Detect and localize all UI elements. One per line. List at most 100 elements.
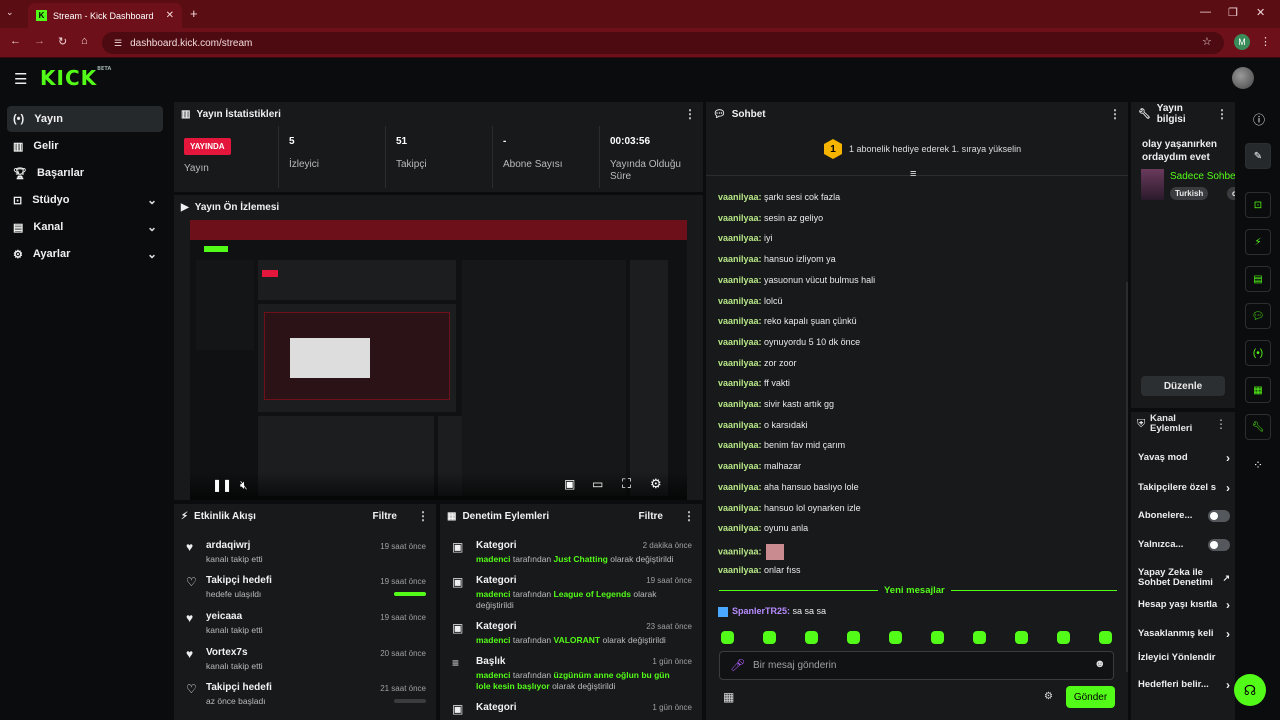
pip-icon[interactable]: ▣ bbox=[564, 477, 575, 491]
emote-icon[interactable] bbox=[805, 631, 818, 644]
chat-username[interactable]: vaanilyaa: bbox=[718, 296, 762, 306]
edit-tool-button[interactable]: ✎ bbox=[1245, 143, 1271, 169]
emote-icon[interactable] bbox=[889, 631, 902, 644]
browser-menu-icon[interactable]: ⋮ bbox=[1260, 35, 1271, 48]
tag-chip[interactable]: Turkish bbox=[1170, 187, 1209, 200]
apps-icon[interactable]: ⁘ bbox=[1253, 458, 1263, 472]
chat-username[interactable]: vaanilyaa: bbox=[718, 233, 762, 243]
chat-username[interactable]: vaanilyaa: bbox=[718, 461, 762, 471]
more-options-icon[interactable]: ⋮ bbox=[684, 107, 696, 121]
chat-username[interactable]: vaanilyaa: bbox=[718, 482, 762, 492]
channel-action-item[interactable]: İzleyici Yönlendir bbox=[1138, 653, 1230, 663]
category-name[interactable]: Sadece Sohbet bbox=[1170, 171, 1235, 182]
fullscreen-icon[interactable]: ⛶ bbox=[622, 476, 631, 492]
sidebar-item-kanal[interactable]: ▤ Kanal ⌄ bbox=[7, 214, 163, 240]
back-icon[interactable]: ← bbox=[10, 35, 21, 47]
home-icon[interactable]: ⌂ bbox=[81, 35, 88, 47]
maximize-icon[interactable]: ❐ bbox=[1228, 6, 1238, 19]
chat-username[interactable]: vaanilyaa: bbox=[718, 337, 762, 347]
sidebar-item-ayarlar[interactable]: ⚙ Ayarlar ⌄ bbox=[7, 241, 163, 267]
channel-action-item[interactable]: Yapay Zeka ile Sohbet Denetimi ↗ bbox=[1138, 568, 1230, 588]
emote-icon[interactable] bbox=[763, 631, 776, 644]
emote-icon[interactable] bbox=[1015, 631, 1028, 644]
emoji-icon[interactable]: ☻ bbox=[1094, 658, 1106, 670]
chat-username[interactable]: vaanilyaa: bbox=[718, 503, 762, 513]
store-icon[interactable]: ▦ bbox=[723, 690, 734, 704]
chat-username[interactable]: vaanilyaa: bbox=[718, 565, 762, 575]
more-options-icon[interactable]: ⋮ bbox=[683, 509, 695, 523]
chat-username[interactable]: vaanilyaa: bbox=[718, 358, 762, 368]
chat-username[interactable]: vaanilyaa: bbox=[718, 254, 762, 264]
chat-username[interactable]: vaanilyaa: bbox=[718, 420, 762, 430]
info-icon[interactable]: ⓘ bbox=[1253, 111, 1265, 128]
filter-button[interactable]: Filtre bbox=[373, 511, 397, 522]
send-button[interactable]: Gönder bbox=[1066, 686, 1115, 708]
broadcast-button[interactable]: (•) bbox=[1245, 340, 1271, 366]
channel-action-item[interactable]: Yalnızca... bbox=[1138, 539, 1230, 551]
pinned-icon[interactable]: ≡ bbox=[910, 168, 916, 180]
emote-icon[interactable] bbox=[1057, 631, 1070, 644]
emote-icon[interactable] bbox=[1099, 631, 1112, 644]
chat-username[interactable]: vaanilyaa: bbox=[718, 523, 762, 533]
chat-toggle-button[interactable]: 💬︎ bbox=[1245, 303, 1271, 329]
channel-action-item[interactable]: Hedefleri belir... › bbox=[1138, 678, 1230, 692]
toggle-switch[interactable] bbox=[1208, 510, 1230, 522]
wrench-button[interactable]: 🔧︎ bbox=[1245, 414, 1271, 440]
mute-icon[interactable]: 🔇︎ bbox=[240, 478, 248, 493]
help-chat-button[interactable]: ☊ bbox=[1234, 674, 1266, 706]
bookmark-star-icon[interactable]: ☆ bbox=[1202, 35, 1212, 48]
chat-username[interactable]: vaanilyaa: bbox=[718, 213, 762, 223]
channel-action-item[interactable]: Abonelere... bbox=[1138, 510, 1230, 522]
clipboard-button[interactable]: ▤ bbox=[1245, 266, 1271, 292]
more-options-icon[interactable]: ⋮ bbox=[1216, 107, 1228, 121]
kick-logo[interactable]: KICKBETA bbox=[40, 66, 111, 90]
chat-settings-icon[interactable]: ⚙ bbox=[1044, 691, 1053, 702]
pause-icon[interactable]: ❚❚ bbox=[212, 478, 232, 492]
hamburger-menu-icon[interactable]: ☰ bbox=[14, 70, 27, 88]
tag-chip[interactable]: c bbox=[1227, 187, 1235, 200]
sidebar-item-basarilar[interactable]: 🏆︎ Başarılar bbox=[7, 160, 163, 186]
edit-button[interactable]: Düzenle bbox=[1141, 376, 1225, 396]
widget-button[interactable]: ⊡ bbox=[1245, 192, 1271, 218]
chat-username[interactable]: vaanilyaa: bbox=[718, 192, 762, 202]
emote-icon[interactable] bbox=[721, 631, 734, 644]
cast-icon[interactable]: ▭ bbox=[592, 477, 603, 491]
close-window-icon[interactable]: ✕ bbox=[1256, 6, 1265, 19]
sidebar-item-gelir[interactable]: ▥ Gelir bbox=[7, 133, 163, 159]
chat-username[interactable]: vaanilyaa: bbox=[718, 316, 762, 326]
sidebar-item-studyo[interactable]: ⊡ Stüdyo ⌄ bbox=[7, 187, 163, 213]
forward-icon[interactable]: → bbox=[34, 35, 45, 47]
toggle-switch[interactable] bbox=[1208, 539, 1230, 551]
chat-scrollbar[interactable] bbox=[1126, 282, 1128, 672]
settings-icon[interactable]: ⚙ bbox=[650, 476, 662, 492]
channel-action-item[interactable]: Takipçilere özel s › bbox=[1138, 481, 1230, 495]
chat-username[interactable]: vaanilyaa: bbox=[718, 440, 762, 450]
emote-icon[interactable] bbox=[973, 631, 986, 644]
lightning-button[interactable]: ⚡︎ bbox=[1245, 229, 1271, 255]
chat-input[interactable]: 🎤︎ Bir mesaj gönderin ☻ bbox=[719, 651, 1114, 680]
more-options-icon[interactable]: ⋮ bbox=[417, 509, 429, 523]
channel-action-item[interactable]: Yavaş mod › bbox=[1138, 451, 1230, 465]
new-tab-icon[interactable]: + bbox=[190, 6, 198, 21]
url-field[interactable]: ☰ dashboard.kick.com/stream bbox=[102, 32, 1224, 54]
sidebar-item-yayin[interactable]: (•) Yayın bbox=[7, 106, 163, 132]
tab-search-icon[interactable]: ⌄ bbox=[6, 7, 14, 18]
browser-tab[interactable]: K Stream - Kick Dashboard ✕ bbox=[28, 3, 182, 28]
chat-username[interactable]: vaanilyaa: bbox=[718, 399, 762, 409]
more-options-icon[interactable]: ⋮ bbox=[1109, 107, 1121, 121]
emote-icon[interactable] bbox=[847, 631, 860, 644]
filter-button[interactable]: Filtre bbox=[639, 511, 663, 522]
reload-icon[interactable]: ↻ bbox=[58, 35, 67, 48]
microphone-icon[interactable]: 🎤︎ bbox=[730, 658, 745, 672]
chat-username[interactable]: vaanilyaa: bbox=[718, 546, 762, 556]
layout-button[interactable]: ▦ bbox=[1245, 377, 1271, 403]
chat-username[interactable]: vaanilyaa: bbox=[718, 378, 762, 388]
close-tab-icon[interactable]: ✕ bbox=[166, 10, 174, 21]
more-options-icon[interactable]: ⋮ bbox=[1215, 417, 1227, 431]
emote-icon[interactable] bbox=[931, 631, 944, 644]
channel-action-item[interactable]: Yasaklanmış keli › bbox=[1138, 627, 1230, 641]
minimize-icon[interactable]: — bbox=[1200, 6, 1211, 18]
user-avatar[interactable] bbox=[1232, 67, 1254, 89]
chat-username[interactable]: vaanilyaa: bbox=[718, 275, 762, 285]
profile-avatar[interactable]: M bbox=[1234, 34, 1250, 50]
